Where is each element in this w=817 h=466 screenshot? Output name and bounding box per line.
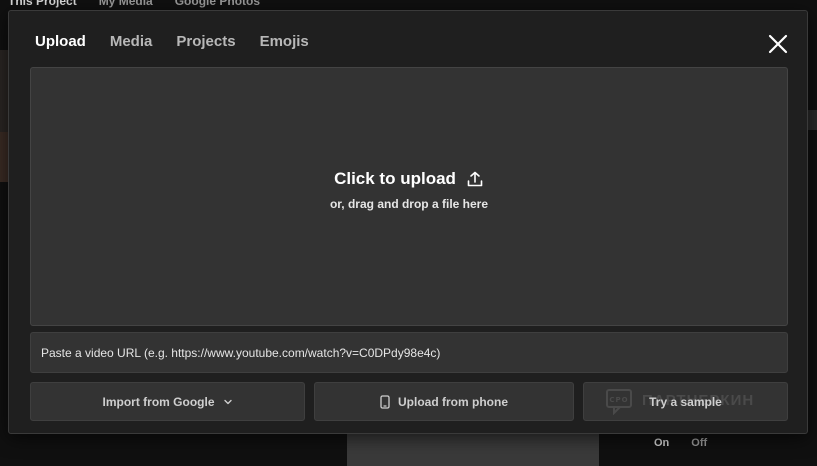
video-url-input[interactable] — [30, 332, 788, 373]
dropzone-subtitle: or, drag and drop a file here — [329, 196, 489, 211]
upload-icon — [467, 171, 483, 186]
bg-tab-google-photos: Google Photos — [174, 0, 261, 8]
watermark-logo-icon: CPO — [606, 389, 632, 415]
tab-emojis[interactable]: Emojis — [260, 33, 309, 50]
tab-media[interactable]: Media — [110, 33, 153, 50]
upload-from-phone-button[interactable]: Upload from phone — [314, 382, 574, 421]
upload-dropzone[interactable]: Click to upload or, drag and drop a file… — [30, 67, 788, 326]
close-button[interactable] — [767, 33, 789, 55]
phone-icon — [380, 394, 390, 409]
try-a-sample-button[interactable]: CPO ПАРТНЕРКИН Try a sample — [583, 382, 788, 421]
background-thumbnail — [0, 132, 8, 182]
bg-tab-this-project: This Project — [8, 0, 77, 8]
bg-tab-my-media: My Media — [98, 0, 153, 8]
dropzone-title: Click to upload — [334, 169, 484, 189]
background-tabs: This Project My Media Google Photos — [8, 0, 260, 8]
background-edge — [807, 110, 817, 130]
background-toggle: On Off — [654, 437, 707, 449]
chevron-down-icon — [223, 399, 232, 404]
tab-upload[interactable]: Upload — [35, 33, 86, 50]
svg-text:CPO: CPO — [609, 396, 628, 404]
upload-from-phone-label: Upload from phone — [398, 394, 508, 409]
import-from-google-label: Import from Google — [102, 394, 215, 409]
upload-modal: Upload Media Projects Emojis Click to up… — [8, 10, 808, 434]
toggle-on-label: On — [654, 437, 670, 449]
close-icon — [768, 34, 788, 54]
modal-tabs: Upload Media Projects Emojis — [35, 33, 309, 50]
try-a-sample-label: Try a sample — [649, 394, 722, 409]
import-from-google-button[interactable]: Import from Google — [30, 382, 305, 421]
background-panel — [347, 433, 599, 466]
dropzone-title-text: Click to upload — [334, 168, 456, 188]
tab-projects[interactable]: Projects — [176, 33, 235, 50]
toggle-off-label: Off — [691, 437, 708, 449]
